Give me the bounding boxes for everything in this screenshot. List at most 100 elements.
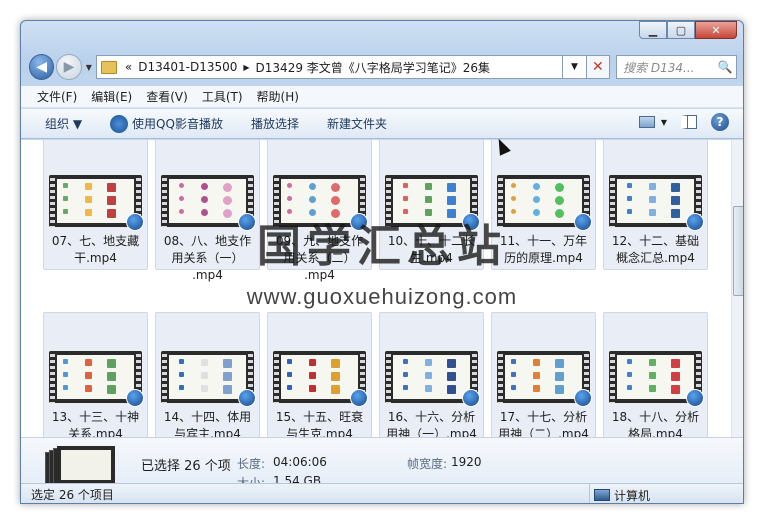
scrollbar-thumb[interactable] xyxy=(733,206,743,296)
computer-icon xyxy=(594,489,610,501)
selected-count: 已选择 26 个项 xyxy=(141,459,231,474)
file-item[interactable]: 10、十、十二长 生.mp4 xyxy=(379,140,484,270)
status-bar: 选定 26 个项目 计算机 xyxy=(21,483,743,503)
window-controls: ▁ ▢ ✕ xyxy=(639,21,737,39)
file-name: 15、十五、旺衰 与生克.mp4 xyxy=(270,409,369,437)
file-name: 11、十一、万年 历的原理.mp4 xyxy=(494,233,593,267)
preview-pane-icon[interactable] xyxy=(681,115,697,129)
file-name-line: 18、十八、分析 xyxy=(611,410,700,424)
file-name: 14、十四、体用与宾主.mp4 xyxy=(158,409,257,437)
file-name-line: 用关系（一） xyxy=(171,251,244,265)
file-name: 08、八、地支作 用关系（一） .mp4 xyxy=(158,233,257,284)
file-name-line: 与宾主.mp4 xyxy=(174,427,241,437)
file-name-line: 历的原理.mp4 xyxy=(504,251,583,265)
breadcrumb-separator-icon[interactable]: ▶ xyxy=(243,63,249,72)
qq-player-icon xyxy=(126,389,144,407)
file-name-line: 干.mp4 xyxy=(74,251,117,265)
qq-player-icon xyxy=(126,213,144,231)
file-item[interactable]: 18、十八、分析格局.mp4 xyxy=(603,312,708,437)
breadcrumb-parent[interactable]: D13401-D13500 xyxy=(138,60,237,74)
file-list: 07、七、地支藏 干.mp4 08、八、地支作 用关系（一） .mp4 09、九、地支作用… xyxy=(21,140,731,437)
play-with-qq-button[interactable]: 使用QQ影音播放 xyxy=(110,114,223,133)
file-name-line: 08、八、地支作 xyxy=(163,234,252,248)
breadcrumb-current[interactable]: D13429 李文曾《八字格局学习笔记》26集 xyxy=(256,59,491,76)
view-options-dropdown-icon[interactable]: ▼ xyxy=(661,118,667,127)
search-icon[interactable]: 🔍 xyxy=(714,56,736,78)
qq-player-icon xyxy=(350,213,368,231)
file-item[interactable]: 07、七、地支藏 干.mp4 xyxy=(43,140,148,270)
file-name: 10、十、十二长 生.mp4 xyxy=(382,233,481,267)
file-name-line: 17、十七、分析 xyxy=(499,410,588,424)
play-selection-button[interactable]: 播放选择 xyxy=(251,115,299,132)
status-selection-text: 选定 26 个项目 xyxy=(31,488,114,502)
menu-help[interactable]: 帮助(H) xyxy=(257,88,299,105)
length-key: 长度: xyxy=(237,457,266,471)
menu-view[interactable]: 查看(V) xyxy=(146,88,188,105)
file-item[interactable]: 16、十六、分析用神（一）.mp4 xyxy=(379,312,484,437)
address-overflow[interactable]: « xyxy=(125,60,132,74)
file-item[interactable]: 08、八、地支作 用关系（一） .mp4 xyxy=(155,140,260,282)
file-name-line: 14、十四、体用 xyxy=(163,410,252,424)
qq-player-icon xyxy=(574,389,592,407)
file-name-line: 16、十六、分析 xyxy=(387,410,476,424)
vertical-scrollbar[interactable] xyxy=(731,140,743,437)
file-name: 16、十六、分析用神（一）.mp4 xyxy=(382,409,481,437)
frame-width-key: 帧宽度: xyxy=(407,457,448,471)
qq-player-icon xyxy=(350,389,368,407)
file-item[interactable]: 14、十四、体用与宾主.mp4 xyxy=(155,312,260,437)
close-button[interactable]: ✕ xyxy=(695,21,737,39)
address-bar[interactable]: « D13401-D13500 ▶ D13429 李文曾《八字格局学习笔记》26… xyxy=(95,55,564,79)
file-name-line: 09、九、地支作 xyxy=(275,234,364,248)
file-name-line: 用神（一）.mp4 xyxy=(386,427,477,437)
new-folder-button[interactable]: 新建文件夹 xyxy=(327,115,387,132)
address-clear-button[interactable]: ✕ xyxy=(586,55,611,79)
toolbar-right: ▼ ? xyxy=(625,113,729,131)
organize-button[interactable]: 组织 ▼ xyxy=(45,115,82,132)
recent-pages-dropdown[interactable]: ▼ xyxy=(86,63,92,72)
explorer-window: ▁ ▢ ✕ ◀ ▶ ▼ « D13401-D13500 ▶ D13429 李文曾… xyxy=(20,20,744,504)
file-name-line: 10、十、十二长 xyxy=(387,234,476,248)
qq-player-icon xyxy=(238,389,256,407)
file-item[interactable]: 17、十七、分析用神（二）.mp4 xyxy=(491,312,596,437)
file-item[interactable]: 15、十五、旺衰 与生克.mp4 xyxy=(267,312,372,437)
search-input[interactable]: 搜索 D134... 🔍 xyxy=(616,55,737,79)
file-item[interactable]: 11、十一、万年 历的原理.mp4 xyxy=(491,140,596,270)
help-icon[interactable]: ? xyxy=(711,113,729,131)
file-name: 13、十三、十神 关系.mp4 xyxy=(46,409,145,437)
qq-player-icon xyxy=(110,114,129,133)
menu-file[interactable]: 文件(F) xyxy=(37,88,77,105)
address-dropdown-button[interactable]: ▼ xyxy=(563,55,587,79)
file-item[interactable]: 13、十三、十神 关系.mp4 xyxy=(43,312,148,437)
length-value: 04:06:06 xyxy=(273,455,327,469)
forward-button[interactable]: ▶ xyxy=(56,54,82,80)
file-item[interactable]: 12、十二、基础 概念汇总.mp4 xyxy=(603,140,708,270)
search-placeholder: 搜索 D134... xyxy=(623,60,695,75)
change-view-icon[interactable] xyxy=(638,116,655,128)
navigation-bar: ◀ ▶ ▼ « D13401-D13500 ▶ D13429 李文曾《八字格局学… xyxy=(29,52,737,82)
menu-edit[interactable]: 编辑(E) xyxy=(91,88,132,105)
file-name-line: 用关系（二） xyxy=(283,251,356,265)
file-name-line: 11、十一、万年 xyxy=(499,234,588,248)
minimize-button[interactable]: ▁ xyxy=(639,21,667,39)
back-button[interactable]: ◀ xyxy=(29,54,55,80)
file-name: 12、十二、基础 概念汇总.mp4 xyxy=(606,233,705,267)
qq-player-icon xyxy=(238,213,256,231)
file-name-line: 关系.mp4 xyxy=(68,427,123,437)
qq-player-icon xyxy=(462,389,480,407)
qq-player-icon xyxy=(574,213,592,231)
qq-player-icon xyxy=(462,213,480,231)
file-name: 07、七、地支藏 干.mp4 xyxy=(46,233,145,267)
file-name-line: 用神（二）.mp4 xyxy=(498,427,589,437)
file-name-line: 12、十二、基础 xyxy=(611,234,700,248)
maximize-button[interactable]: ▢ xyxy=(667,21,695,39)
file-item[interactable]: 09、九、地支作 用关系（二） .mp4 xyxy=(267,140,372,282)
file-name: 17、十七、分析用神（二）.mp4 xyxy=(494,409,593,437)
file-name: 09、九、地支作 用关系（二） .mp4 xyxy=(270,233,369,284)
file-name-line: .mp4 xyxy=(304,268,335,282)
menu-tools[interactable]: 工具(T) xyxy=(202,88,243,105)
file-name-line: 格局.mp4 xyxy=(628,427,683,437)
file-name-line: 概念汇总.mp4 xyxy=(616,251,695,265)
file-name-line: .mp4 xyxy=(192,268,223,282)
file-name-line: 生.mp4 xyxy=(410,251,453,265)
file-name-line: 与生克.mp4 xyxy=(286,427,353,437)
